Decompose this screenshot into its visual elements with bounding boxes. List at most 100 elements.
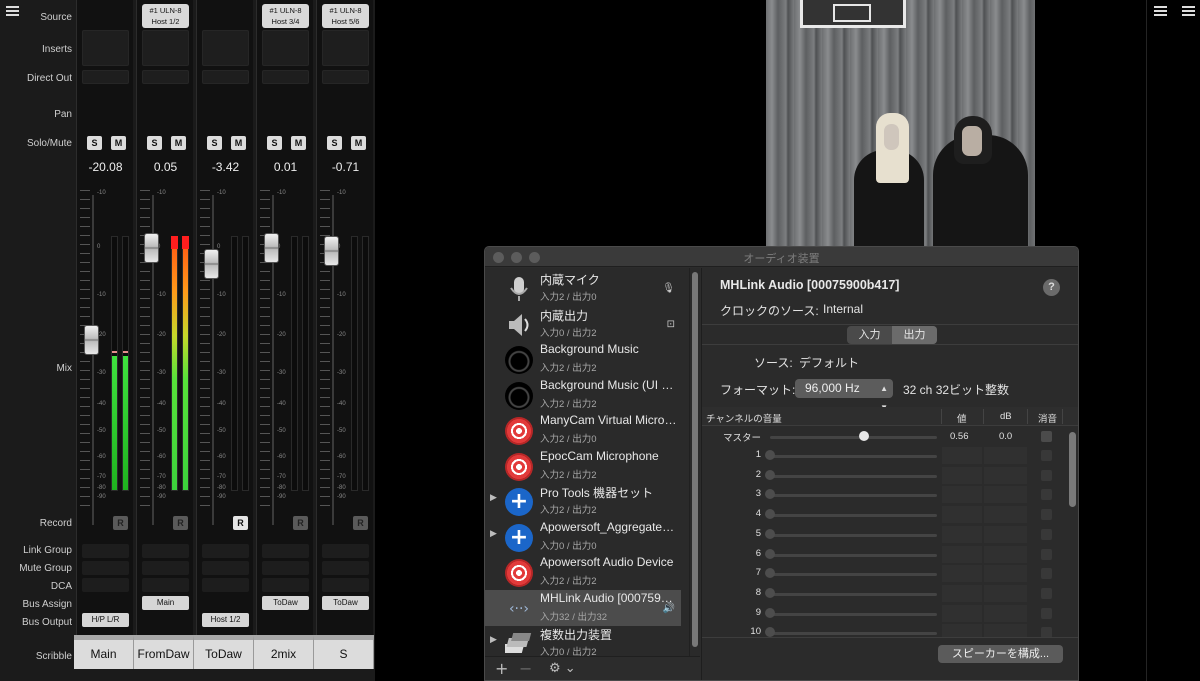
- record-button[interactable]: R: [353, 516, 368, 530]
- mute-group-slot[interactable]: [202, 561, 249, 575]
- record-button[interactable]: R: [293, 516, 308, 530]
- solo-button[interactable]: S: [267, 136, 282, 150]
- volume-fader[interactable]: [204, 248, 219, 279]
- window-titlebar[interactable]: オーディオ装置: [485, 247, 1078, 267]
- source-value[interactable]: デフォルト: [799, 354, 859, 371]
- record-button[interactable]: R: [233, 516, 248, 530]
- device-list-item[interactable]: Background Music 入力2 / 出力2: [485, 341, 681, 377]
- master-volume-slider[interactable]: [770, 436, 937, 439]
- format-select[interactable]: 96,000 Hz ▲▼: [795, 379, 893, 412]
- dca-slot[interactable]: [142, 578, 189, 592]
- scribble-strip[interactable]: ToDaw: [194, 635, 254, 669]
- device-list-item[interactable]: EpocCam Microphone 入力2 / 出力2: [485, 448, 681, 484]
- bus-output-button[interactable]: Host 1/2: [202, 613, 249, 627]
- mute-group-slot[interactable]: [322, 561, 369, 575]
- link-group-slot[interactable]: [262, 544, 309, 558]
- dca-slot[interactable]: [82, 578, 129, 592]
- dca-slot[interactable]: [322, 578, 369, 592]
- link-group-slot[interactable]: [142, 544, 189, 558]
- level-meter: [111, 236, 118, 491]
- link-group-slot[interactable]: [202, 544, 249, 558]
- tab-output[interactable]: 出力: [892, 326, 937, 344]
- device-list-scrollbar[interactable]: [689, 268, 700, 656]
- fader-value: -3.42: [211, 160, 240, 174]
- volume-fader[interactable]: [144, 232, 159, 263]
- level-meter: [302, 236, 309, 491]
- disclosure-triangle-icon[interactable]: ▶: [490, 493, 497, 503]
- scribble-strip[interactable]: FromDaw: [134, 635, 194, 669]
- mute-button[interactable]: M: [231, 136, 246, 150]
- add-device-button[interactable]: +: [495, 659, 508, 678]
- scribble-strip[interactable]: Main: [74, 635, 134, 669]
- mute-button[interactable]: M: [351, 136, 366, 150]
- channel-volume-row: 10: [702, 623, 1078, 637]
- mute-button[interactable]: M: [111, 136, 126, 150]
- device-list-item[interactable]: Background Music (UI Sounds) 入力2 / 出力2: [485, 377, 681, 413]
- device-list-item[interactable]: ▶ 複数出力装置 入力0 / 出力2: [485, 625, 681, 656]
- secondary-menu-icon[interactable]: [1154, 6, 1167, 17]
- channel-list-scrollbar[interactable]: [1069, 432, 1076, 507]
- device-list-item[interactable]: ▶ + Apowersoft_AggregateDevice 入力0 / 出力0: [485, 519, 681, 555]
- bus-output-button[interactable]: ToDaw: [262, 596, 309, 610]
- bus-output-button[interactable]: H/P L/R: [82, 613, 129, 627]
- direct-out-slot[interactable]: [142, 70, 189, 84]
- device-list-item[interactable]: 内蔵出力 入力0 / 出力2 ⊡: [485, 306, 681, 342]
- tertiary-menu-icon[interactable]: [1182, 6, 1195, 17]
- device-list-item[interactable]: ‹··› MHLink Audio [00075900b417] 入力32 / 出力…: [485, 589, 681, 626]
- direct-out-slot[interactable]: [322, 70, 369, 84]
- device-name-title: MHLink Audio [00075900b417]: [720, 278, 900, 292]
- link-group-slot[interactable]: [82, 544, 129, 558]
- disclosure-triangle-icon[interactable]: ▶: [490, 529, 497, 539]
- channel-number: 10: [750, 626, 761, 637]
- volume-fader[interactable]: [264, 232, 279, 263]
- mute-button[interactable]: M: [291, 136, 306, 150]
- solo-button[interactable]: S: [327, 136, 342, 150]
- volume-fader[interactable]: [324, 236, 339, 267]
- direct-out-slot[interactable]: [262, 70, 309, 84]
- audio-devices-window: オーディオ装置 内蔵マイク 入力2 / 出力0 🎙 内蔵出力 入力0 / 出力2 ⊡ Bac…: [484, 246, 1079, 681]
- device-io-count: 入力32 / 出力32: [540, 611, 608, 623]
- clock-source-value[interactable]: Internal: [823, 302, 863, 316]
- configure-speakers-button[interactable]: スピーカーを構成...: [938, 645, 1063, 663]
- scale-label: -70: [157, 474, 166, 480]
- dca-slot[interactable]: [262, 578, 309, 592]
- solo-button[interactable]: S: [147, 136, 162, 150]
- mute-button[interactable]: M: [171, 136, 186, 150]
- record-button[interactable]: R: [113, 516, 128, 530]
- gear-menu-button[interactable]: ⚙ ⌄: [549, 661, 576, 676]
- source-select[interactable]: #1 ULN-8 Host 1/2: [142, 4, 189, 28]
- device-list-item[interactable]: 内蔵マイク 入力2 / 出力0 🎙: [485, 270, 681, 306]
- mute-group-slot[interactable]: [142, 561, 189, 575]
- inserts-slot[interactable]: [142, 30, 189, 66]
- inserts-slot[interactable]: [82, 30, 129, 66]
- dca-slot[interactable]: [202, 578, 249, 592]
- inserts-slot[interactable]: [202, 30, 249, 66]
- source-select[interactable]: #1 ULN-8 Host 5/6: [322, 4, 369, 28]
- remove-device-button[interactable]: −: [519, 659, 532, 678]
- bus-output-button[interactable]: ToDaw: [322, 596, 369, 610]
- disclosure-triangle-icon[interactable]: ▶: [490, 635, 497, 645]
- help-button[interactable]: ?: [1043, 279, 1060, 296]
- mute-group-slot[interactable]: [82, 561, 129, 575]
- device-list-item[interactable]: ▶ + Pro Tools 機器セット 入力2 / 出力2: [485, 483, 681, 519]
- device-list-item[interactable]: ManyCam Virtual Microphone 入力2 / 出力0: [485, 412, 681, 448]
- record-button[interactable]: R: [173, 516, 188, 530]
- link-group-slot[interactable]: [322, 544, 369, 558]
- direct-out-slot[interactable]: [202, 70, 249, 84]
- solo-button[interactable]: S: [87, 136, 102, 150]
- scribble-strip[interactable]: 2mix: [254, 635, 314, 669]
- inserts-slot[interactable]: [262, 30, 309, 66]
- master-mute-checkbox[interactable]: [1041, 431, 1052, 442]
- direct-out-slot[interactable]: [82, 70, 129, 84]
- solo-button[interactable]: S: [207, 136, 222, 150]
- volume-fader[interactable]: [84, 325, 99, 356]
- tab-input[interactable]: 入力: [847, 326, 892, 344]
- inserts-slot[interactable]: [322, 30, 369, 66]
- bus-output-button[interactable]: Main: [142, 596, 189, 610]
- mute-group-slot[interactable]: [262, 561, 309, 575]
- master-volume-knob[interactable]: [858, 431, 869, 441]
- scribble-strip[interactable]: S: [314, 635, 374, 669]
- device-name: EpocCam Microphone: [540, 448, 659, 463]
- device-list-item[interactable]: Apowersoft Audio Device 入力2 / 出力2: [485, 554, 681, 590]
- source-select[interactable]: #1 ULN-8 Host 3/4: [262, 4, 309, 28]
